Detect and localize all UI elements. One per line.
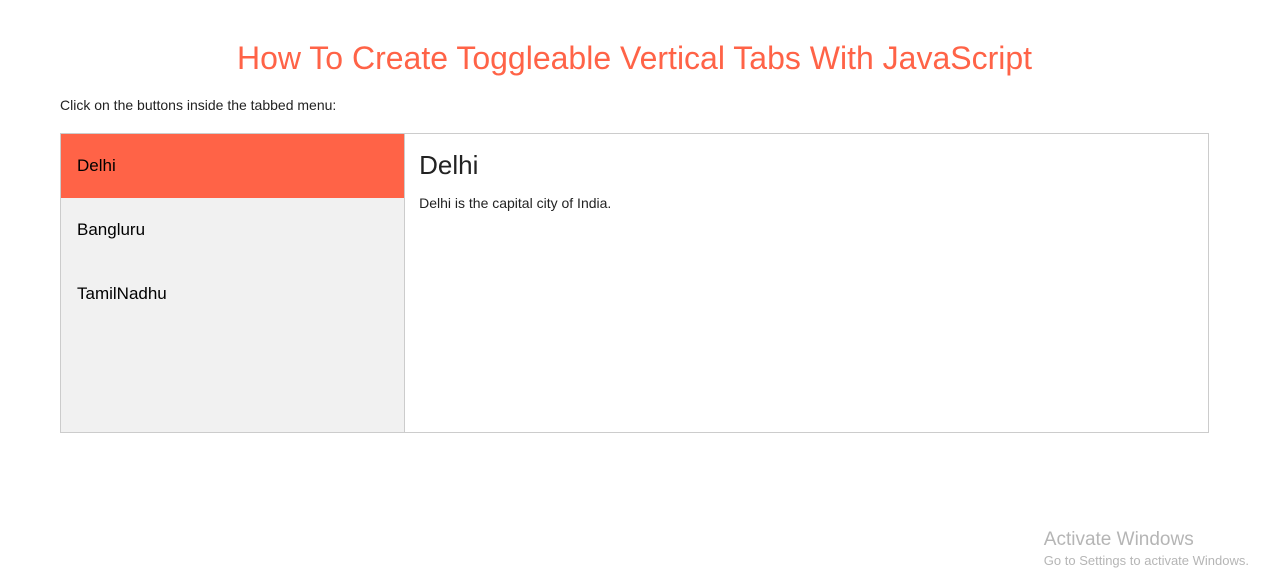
- content-heading: Delhi: [419, 150, 1194, 181]
- instruction-text: Click on the buttons inside the tabbed m…: [60, 97, 1209, 113]
- tab-button-tamilnadhu[interactable]: TamilNadhu: [61, 262, 404, 326]
- page-container: How To Create Toggleable Vertical Tabs W…: [0, 0, 1269, 433]
- tabs-container: Delhi Bangluru TamilNadhu Delhi Delhi is…: [60, 133, 1209, 433]
- tab-button-bangluru[interactable]: Bangluru: [61, 198, 404, 262]
- tab-sidebar: Delhi Bangluru TamilNadhu: [61, 134, 405, 432]
- windows-activation-watermark: Activate Windows Go to Settings to activ…: [1044, 529, 1249, 568]
- watermark-subtitle: Go to Settings to activate Windows.: [1044, 553, 1249, 568]
- content-body: Delhi is the capital city of India.: [419, 195, 1194, 211]
- page-title: How To Create Toggleable Vertical Tabs W…: [60, 40, 1209, 77]
- tab-content: Delhi Delhi is the capital city of India…: [405, 134, 1208, 432]
- tab-button-delhi[interactable]: Delhi: [61, 134, 404, 198]
- watermark-title: Activate Windows: [1044, 529, 1249, 551]
